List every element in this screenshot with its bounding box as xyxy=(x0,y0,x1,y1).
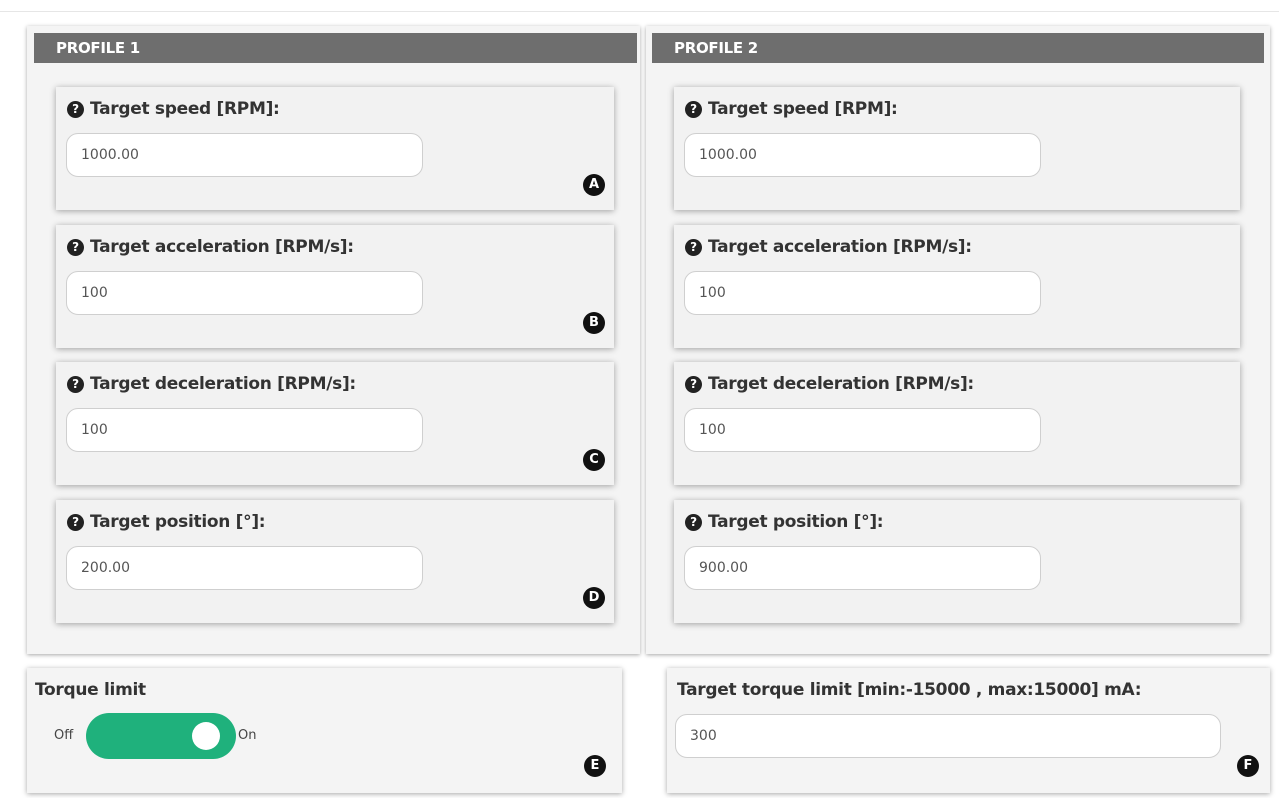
profile-2-target-position-input[interactable] xyxy=(684,546,1041,590)
question-circle-icon[interactable]: ? xyxy=(685,101,702,118)
profile-1-target-position-card: ? Target position [°]: D xyxy=(56,500,614,623)
field-label-text: Target acceleration [RPM/s]: xyxy=(90,237,354,257)
field-label: ? Target deceleration [RPM/s]: xyxy=(67,374,356,394)
marker-badge: F xyxy=(1237,755,1259,777)
marker-badge: B xyxy=(583,312,605,334)
question-circle-icon[interactable]: ? xyxy=(67,376,84,393)
target-torque-limit-label: Target torque limit [min:-15000 , max:15… xyxy=(677,680,1142,700)
profile-1-target-speed-input[interactable] xyxy=(66,133,423,177)
field-label-text: Target acceleration [RPM/s]: xyxy=(708,237,972,257)
marker-badge: A xyxy=(583,174,605,196)
field-label-text: Target speed [RPM]: xyxy=(90,99,280,119)
profile-1-header: PROFILE 1 xyxy=(34,33,637,63)
field-label-text: Target speed [RPM]: xyxy=(708,99,898,119)
marker-badge: C xyxy=(583,449,605,471)
profile-2-target-deceleration-input[interactable] xyxy=(684,408,1041,452)
field-label: ? Target acceleration [RPM/s]: xyxy=(685,237,972,257)
question-circle-icon[interactable]: ? xyxy=(67,101,84,118)
torque-limit-label: Torque limit xyxy=(35,680,146,700)
profile-1-target-deceleration-input[interactable] xyxy=(66,408,423,452)
field-label-text: Target deceleration [RPM/s]: xyxy=(90,374,356,394)
profile-2-target-speed-card: ? Target speed [RPM]: xyxy=(674,87,1240,210)
profile-2-target-deceleration-card: ? Target deceleration [RPM/s]: xyxy=(674,362,1240,485)
torque-limit-card: Torque limit Off On E xyxy=(27,668,622,793)
profile-2-target-acceleration-card: ? Target acceleration [RPM/s]: xyxy=(674,225,1240,348)
question-circle-icon[interactable]: ? xyxy=(685,239,702,256)
field-label: ? Target speed [RPM]: xyxy=(685,99,898,119)
target-torque-limit-card: Target torque limit [min:-15000 , max:15… xyxy=(667,668,1270,793)
question-circle-icon[interactable]: ? xyxy=(67,514,84,531)
toggle-knob[interactable] xyxy=(192,722,220,750)
field-label: ? Target position [°]: xyxy=(67,512,266,532)
profile-1-target-acceleration-card: ? Target acceleration [RPM/s]: B xyxy=(56,225,614,348)
field-label: ? Target position [°]: xyxy=(685,512,884,532)
profile-2-target-position-card: ? Target position [°]: xyxy=(674,500,1240,623)
target-torque-limit-input[interactable] xyxy=(675,714,1221,758)
profile-1-target-deceleration-card: ? Target deceleration [RPM/s]: C xyxy=(56,362,614,485)
profile-2-target-speed-input[interactable] xyxy=(684,133,1041,177)
question-circle-icon[interactable]: ? xyxy=(685,376,702,393)
toggle-on-label: On xyxy=(238,728,257,743)
top-divider xyxy=(0,11,1279,12)
field-label: ? Target speed [RPM]: xyxy=(67,99,280,119)
question-circle-icon[interactable]: ? xyxy=(685,514,702,531)
profile-1-target-acceleration-input[interactable] xyxy=(66,271,423,315)
profile-2-panel: PROFILE 2 ? Target speed [RPM]: ? Target a… xyxy=(646,26,1270,654)
torque-limit-toggle[interactable] xyxy=(86,713,236,759)
question-circle-icon[interactable]: ? xyxy=(67,239,84,256)
profile-2-target-acceleration-input[interactable] xyxy=(684,271,1041,315)
profile-1-panel: PROFILE 1 ? Target speed [RPM]: A ? Target… xyxy=(27,26,640,654)
marker-badge: D xyxy=(583,587,605,609)
profile-1-target-speed-card: ? Target speed [RPM]: A xyxy=(56,87,614,210)
field-label-text: Target position [°]: xyxy=(708,512,884,532)
field-label-text: Target deceleration [RPM/s]: xyxy=(708,374,974,394)
toggle-off-label: Off xyxy=(54,728,74,743)
field-label: ? Target deceleration [RPM/s]: xyxy=(685,374,974,394)
marker-badge: E xyxy=(584,755,606,777)
field-label-text: Target position [°]: xyxy=(90,512,266,532)
profile-1-target-position-input[interactable] xyxy=(66,546,423,590)
field-label: ? Target acceleration [RPM/s]: xyxy=(67,237,354,257)
profile-2-header: PROFILE 2 xyxy=(652,33,1264,63)
